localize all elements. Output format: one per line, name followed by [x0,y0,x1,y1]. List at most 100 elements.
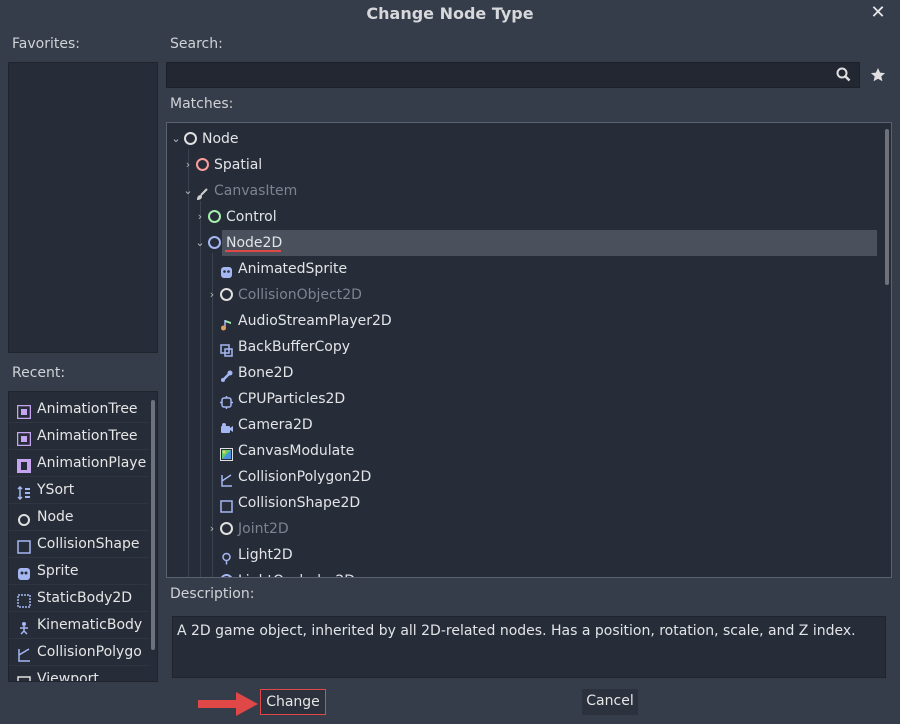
tree-row-light2d[interactable]: Light2D [167,542,877,568]
node-circle-icon [184,132,197,145]
tree-row-label: CollisionShape2D [238,495,361,511]
static-body-icon [17,591,31,608]
recent-item-label: YSort [37,482,75,498]
tree-row-canvasitem[interactable]: ⌄ CanvasItem [167,178,877,204]
recent-label: Recent: [12,365,66,381]
tree-row-label: LightOccluder2D [238,568,355,577]
favorites-label: Favorites: [12,36,80,52]
tree-row-spatial[interactable]: › Spatial [167,152,877,178]
tree-row-cpuparticles2d[interactable]: CPUParticles2D [167,386,877,412]
tree-row-camera2d[interactable]: Camera2D [167,412,877,438]
tree-row-bone2d[interactable]: Bone2D [167,360,877,386]
recent-item-label: CollisionShape [37,536,140,552]
recent-item-label: KinematicBody [37,617,143,633]
close-icon[interactable]: ✕ [866,2,890,26]
tree-row-label: Camera2D [238,417,313,433]
recent-item-label: Sprite [37,563,79,579]
recent-item-label: StaticBody2D [37,590,133,606]
chevron-right-icon[interactable]: › [207,516,217,542]
red-arrow-annotation [198,692,258,716]
description-label: Description: [170,586,255,602]
chevron-down-icon[interactable]: ⌄ [183,178,193,204]
recent-item[interactable]: Sprite [9,558,149,585]
tree-row-node2d[interactable]: ⌄ Node2D [167,230,877,256]
tree-row-collisionpolygon2d[interactable]: CollisionPolygon2D [167,464,877,490]
collision-shape-icon [17,537,31,554]
tree-row-animatedsprite[interactable]: AnimatedSprite [167,256,877,282]
recent-item[interactable]: AnimationPlaye [9,450,149,477]
tree-row-label: Light2D [238,547,293,563]
tree-row-label: CanvasItem [214,183,298,199]
tree-row-joint2d[interactable]: › Joint2D [167,516,877,542]
tree-row-label: Bone2D [238,365,294,381]
recent-item-label: AnimationTree [37,428,138,444]
tree-row-label: AudioStreamPlayer2D [238,313,392,329]
matches-label: Matches: [170,96,234,112]
matches-tree[interactable]: ⌄ Node › Spatial ⌄ CanvasItem › Control … [166,122,892,578]
tree-row-label: Spatial [214,157,263,173]
recent-list[interactable]: AnimationTree AnimationTree AnimationPla… [8,391,158,682]
description-text: A 2D game object, inherited by all 2D-re… [177,623,856,639]
ysort-icon [17,483,31,501]
animation-player-icon [17,456,31,473]
recent-item[interactable]: Node [9,504,149,531]
recent-scrollbar[interactable] [151,400,155,650]
tree-row-label: CPUParticles2D [238,391,346,407]
tree-row-label: CanvasModulate [238,443,355,459]
tree-scrollbar[interactable] [885,129,889,285]
tree-row-collisionshape2d[interactable]: CollisionShape2D [167,490,877,516]
spatial-circle-icon [196,158,209,171]
node2d-circle-icon [208,236,221,249]
tree-row-label: Control [226,209,277,225]
particles-icon [220,392,233,409]
tree-row-audiostreamplayer2d[interactable]: AudioStreamPlayer2D [167,308,877,334]
tree-row-control[interactable]: › Control [167,204,877,230]
red-underline-annotation [225,250,281,252]
tree-row-canvasmodulate[interactable]: CanvasModulate [167,438,877,464]
tree-row-label: Joint2D [238,521,289,537]
tree-row-backbuffercopy[interactable]: BackBufferCopy [167,334,877,360]
chevron-right-icon[interactable]: › [183,152,193,178]
canvas-modulate-icon [220,444,233,461]
search-input[interactable] [171,65,835,87]
description-box: A 2D game object, inherited by all 2D-re… [172,616,886,678]
recent-item[interactable]: AnimationTree [9,396,149,423]
star-icon[interactable] [870,67,886,87]
chevron-down-icon[interactable]: ⌄ [195,230,205,256]
tree-row-label: BackBufferCopy [238,339,350,355]
chevron-right-icon[interactable]: › [195,204,205,230]
animated-sprite-icon [220,262,233,278]
tree-row-label: Node2D [226,235,283,251]
brush-icon [196,184,209,200]
recent-item[interactable]: KinematicBody [9,612,149,639]
chevron-down-icon[interactable]: ⌄ [171,126,181,152]
change-button[interactable]: Change [260,689,326,715]
viewport-icon [17,672,31,681]
bone-icon [220,366,233,382]
recent-item[interactable]: Viewport [9,666,149,682]
search-label: Search: [170,36,223,52]
recent-item-label: CollisionPolygo [37,644,142,660]
favorites-list[interactable] [8,62,158,353]
cancel-button[interactable]: Cancel [582,689,638,715]
tree-row-lightoccluder2d[interactable]: LightOccluder2D [167,568,877,577]
recent-item[interactable]: YSort [9,477,149,504]
audio-note-icon [220,314,233,331]
search-icon[interactable] [836,67,851,86]
tree-row-label: CollisionObject2D [238,287,362,303]
collision-polygon-icon [17,645,31,662]
recent-item[interactable]: CollisionPolygo [9,639,149,666]
tree-row-label: AnimatedSprite [238,261,348,277]
tree-row-node[interactable]: ⌄ Node [167,126,877,152]
animation-tree-icon [16,402,32,420]
recent-item-label: Viewport [37,671,99,682]
light-icon [220,548,233,565]
chevron-right-icon[interactable]: › [207,282,217,308]
recent-item[interactable]: StaticBody2D [9,585,149,612]
recent-item[interactable]: CollisionShape [9,531,149,558]
recent-item[interactable]: AnimationTree [9,423,149,450]
kinematic-body-icon [17,618,31,635]
tree-row-collisionobject2d[interactable]: › CollisionObject2D [167,282,877,308]
light-occluder-icon [220,574,233,577]
search-field[interactable] [166,62,860,88]
